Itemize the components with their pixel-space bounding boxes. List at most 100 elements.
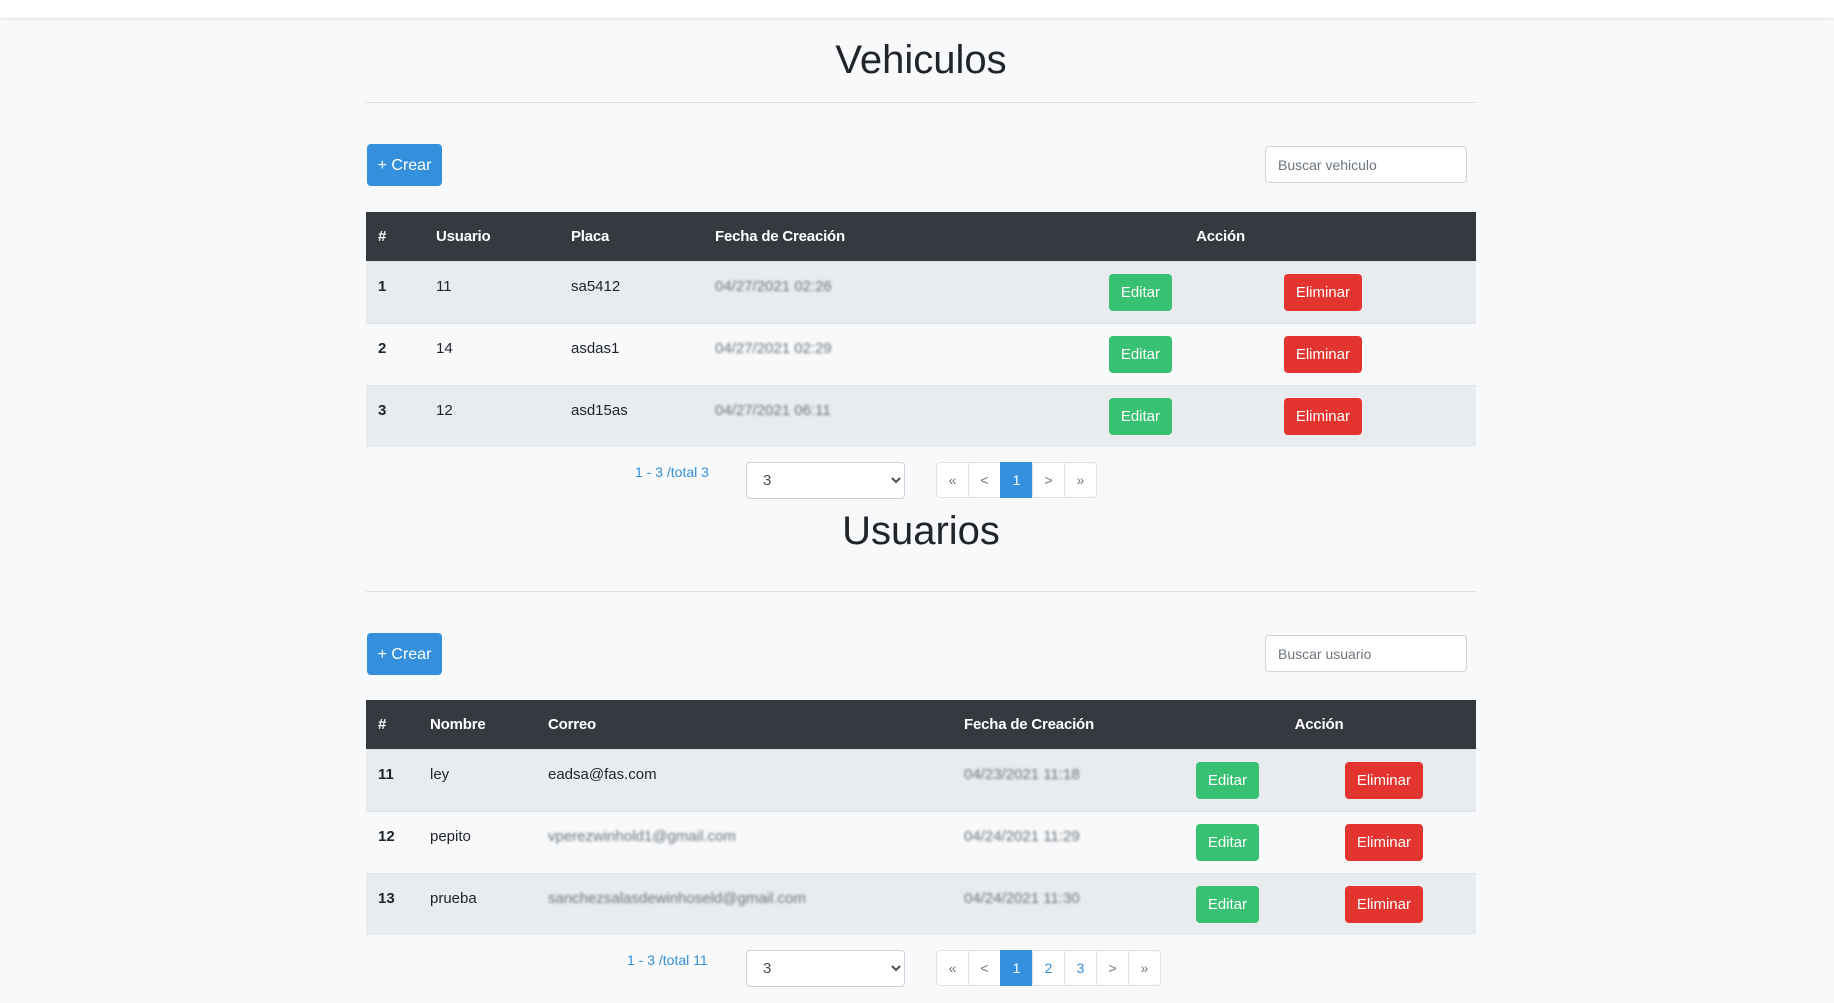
row-email-value: sanchezsalasdewinhoseld@gmail.com: [548, 889, 806, 907]
row-name: ley: [430, 765, 450, 783]
row-name: pepito: [430, 827, 471, 845]
vehicles-table: # Usuario Placa Fecha de Creación Acción…: [366, 212, 1476, 447]
row-created: 04/24/2021 11:29: [952, 811, 1162, 873]
table-row: 11 ley eadsa@fas.com 04/23/2021 11:18 Ed…: [366, 749, 1476, 811]
table-row: 13 prueba sanchezsalasdewinhoseld@gmail.…: [366, 873, 1476, 935]
row-user: 11: [436, 277, 452, 295]
row-created: 04/27/2021 02:29: [703, 323, 965, 385]
prev-page-button[interactable]: <: [968, 462, 1001, 498]
column-header-created: Fecha de Creación: [715, 227, 845, 245]
edit-button[interactable]: Editar: [1195, 823, 1259, 861]
next-page-button[interactable]: >: [1096, 950, 1129, 986]
user-search-input[interactable]: [1265, 635, 1467, 672]
vehicles-per-page-select[interactable]: 3: [746, 462, 905, 499]
users-pagination: « < 1 2 3 > »: [936, 950, 1161, 986]
delete-button[interactable]: Eliminar: [1283, 397, 1362, 435]
row-email: sanchezsalasdewinhoseld@gmail.com: [536, 873, 952, 935]
row-number: 12: [378, 827, 395, 845]
row-email: vperezwinhold1@gmail.com: [536, 811, 952, 873]
delete-button[interactable]: Eliminar: [1344, 885, 1423, 923]
prev-page-button[interactable]: <: [968, 950, 1001, 986]
row-actions: Editar Eliminar: [965, 323, 1476, 385]
column-header-number: #: [378, 227, 387, 245]
row-plate: asd15as: [571, 401, 628, 419]
row-user: 12: [436, 401, 453, 419]
create-user-button[interactable]: + Crear: [367, 633, 442, 675]
users-range-text: 1 - 3 /total 11: [627, 952, 708, 968]
row-number: 11: [378, 765, 394, 783]
row-created: 04/24/2021 11:30: [952, 873, 1162, 935]
last-page-button[interactable]: »: [1064, 462, 1097, 498]
page-2-button[interactable]: 2: [1032, 950, 1065, 986]
page-1-button[interactable]: 1: [1000, 950, 1033, 986]
last-page-button[interactable]: »: [1128, 950, 1161, 986]
edit-button[interactable]: Editar: [1108, 273, 1172, 311]
first-page-button[interactable]: «: [936, 950, 969, 986]
row-actions: Editar Eliminar: [965, 261, 1476, 323]
row-actions: Editar Eliminar: [965, 385, 1476, 447]
row-actions: Editar Eliminar: [1162, 811, 1476, 873]
vehicles-pagination: « < 1 > »: [936, 462, 1097, 498]
users-table-header: # Nombre Correo Fecha de Creación Acción: [366, 700, 1476, 749]
users-title-wrap: Usuarios: [366, 505, 1476, 592]
row-created: 04/23/2021 11:18: [952, 749, 1162, 811]
row-created-value: 04/24/2021 11:29: [964, 827, 1080, 845]
edit-button[interactable]: Editar: [1195, 761, 1259, 799]
delete-button[interactable]: Eliminar: [1283, 335, 1362, 373]
row-number: 3: [378, 401, 387, 419]
row-created-value: 04/27/2021 02:26: [715, 277, 832, 295]
row-created-value: 04/23/2021 11:18: [964, 765, 1080, 783]
main-container: Vehiculos + Crear # Usuario Placa Fecha …: [366, 18, 1476, 993]
row-number: 2: [378, 339, 387, 357]
users-table: # Nombre Correo Fecha de Creación Acción…: [366, 700, 1476, 935]
users-toolbar: + Crear: [366, 592, 1476, 700]
vehicles-table-header: # Usuario Placa Fecha de Creación Acción: [366, 212, 1476, 261]
column-header-name: Nombre: [430, 715, 486, 733]
next-page-button[interactable]: >: [1032, 462, 1065, 498]
vehicles-title: Vehiculos: [835, 38, 1007, 82]
row-user: 14: [436, 339, 453, 357]
row-plate: asdas1: [571, 339, 620, 357]
page-3-button[interactable]: 3: [1064, 950, 1097, 986]
column-header-action: Acción: [1294, 715, 1344, 733]
vehicles-section: Vehiculos + Crear # Usuario Placa Fecha …: [366, 18, 1476, 505]
vehicles-toolbar: + Crear: [366, 103, 1476, 212]
column-header-number: #: [378, 715, 387, 733]
first-page-button[interactable]: «: [936, 462, 969, 498]
row-created: 04/27/2021 06:11: [703, 385, 965, 447]
vehicles-range-text: 1 - 3 /total 3: [635, 464, 709, 480]
row-email: eadsa@fas.com: [548, 765, 657, 783]
users-title: Usuarios: [842, 509, 1000, 553]
row-name: prueba: [430, 889, 477, 907]
users-pager: 1 - 3 /total 11 3 « < 1 2 3 > »: [366, 935, 1476, 993]
users-section: Usuarios + Crear # Nombre Correo Fecha d…: [366, 505, 1476, 993]
column-header-created: Fecha de Creación: [964, 715, 1094, 733]
table-row: 1 11 sa5412 04/27/2021 02:26 Editar Elim…: [366, 261, 1476, 323]
row-number: 1: [378, 277, 387, 295]
vehicles-pager: 1 - 3 /total 3 3 « < 1 > »: [366, 447, 1476, 505]
column-header-action: Acción: [1196, 227, 1245, 245]
column-header-plate: Placa: [571, 227, 610, 245]
delete-button[interactable]: Eliminar: [1344, 823, 1423, 861]
edit-button[interactable]: Editar: [1108, 335, 1172, 373]
delete-button[interactable]: Eliminar: [1283, 273, 1362, 311]
vehicles-title-wrap: Vehiculos: [366, 18, 1476, 103]
create-vehicle-button[interactable]: + Crear: [367, 144, 442, 186]
delete-button[interactable]: Eliminar: [1344, 761, 1423, 799]
vehicle-search-input[interactable]: [1265, 146, 1467, 183]
row-created-value: 04/27/2021 06:11: [715, 401, 831, 419]
column-header-user: Usuario: [436, 227, 491, 245]
row-actions: Editar Eliminar: [1162, 873, 1476, 935]
top-navbar: [0, 0, 1834, 18]
row-plate: sa5412: [571, 277, 621, 295]
column-header-email: Correo: [548, 715, 596, 733]
row-number: 13: [378, 889, 395, 907]
edit-button[interactable]: Editar: [1195, 885, 1259, 923]
row-email-value: vperezwinhold1@gmail.com: [548, 827, 736, 845]
users-per-page-select[interactable]: 3: [746, 950, 905, 987]
row-created-value: 04/24/2021 11:30: [964, 889, 1080, 907]
row-created: 04/27/2021 02:26: [703, 261, 965, 323]
edit-button[interactable]: Editar: [1108, 397, 1172, 435]
row-actions: Editar Eliminar: [1162, 749, 1476, 811]
page-1-button[interactable]: 1: [1000, 462, 1033, 498]
